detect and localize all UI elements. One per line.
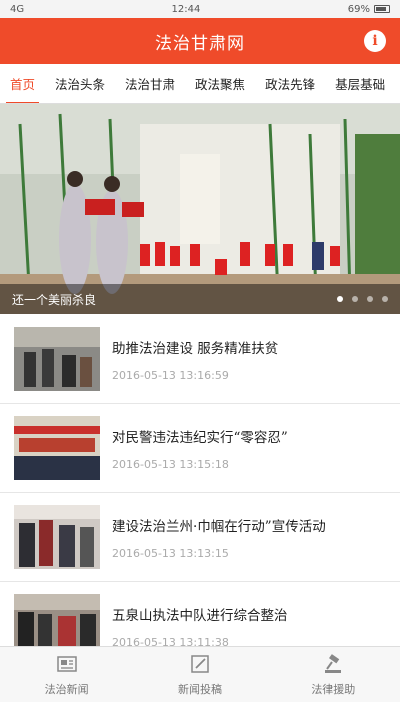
gavel-icon [325, 653, 342, 673]
banner-caption: 还一个美丽杀良 [12, 292, 97, 307]
news-item[interactable]: 五泉山执法中队进行综合整治 2016-05-13 13:11:38 [0, 582, 400, 646]
tab-grassroots[interactable]: 基层基础 [325, 64, 395, 103]
signal-indicator: 4G [10, 3, 25, 15]
news-item[interactable]: 建设法治兰州·巾帼在行动”宣传活动 2016-05-13 13:13:15 [0, 493, 400, 582]
news-thumbnail [14, 594, 100, 646]
news-title: 对民警违法违纪实行“零容忍” [112, 429, 288, 446]
news-list: 助推法治建设 服务精准扶贫 2016-05-13 13:16:59 对民警违法违… [0, 315, 400, 646]
carousel-dot[interactable] [337, 296, 343, 302]
status-bar: 4G 12:44 69% [0, 0, 400, 18]
news-item[interactable]: 助推法治建设 服务精准扶贫 2016-05-13 13:16:59 [0, 315, 400, 404]
app-title: 法治甘肃网 [155, 33, 245, 54]
banner-caption-bar: 还一个美丽杀良 [0, 284, 400, 314]
carousel-dot[interactable] [352, 296, 358, 302]
news-time: 2016-05-13 13:11:38 [112, 635, 229, 647]
news-title: 助推法治建设 服务精准扶贫 [112, 340, 279, 357]
news-thumbnail [14, 416, 100, 480]
news-thumbnail [14, 327, 100, 391]
news-title: 五泉山执法中队进行综合整治 [112, 607, 288, 624]
carousel-dot[interactable] [367, 296, 373, 302]
newspaper-icon [56, 655, 77, 672]
tab-pioneer[interactable]: 政法先锋 [255, 64, 325, 103]
nav-submit[interactable]: 新闻投稿 [133, 647, 266, 702]
banner-image [0, 104, 400, 314]
nav-legal-aid[interactable]: 法律援助 [267, 647, 400, 702]
tab-gansu[interactable]: 法治甘肃 [115, 64, 185, 103]
nav-label: 新闻投稿 [177, 682, 222, 696]
news-time: 2016-05-13 13:16:59 [112, 368, 229, 382]
news-thumbnail [14, 505, 100, 569]
carousel-dot[interactable] [382, 296, 388, 302]
tab-headlines[interactable]: 法治头条 [45, 64, 115, 103]
nav-news[interactable]: 法治新闻 [0, 647, 133, 702]
carousel-indicator [337, 296, 388, 302]
edit-icon [191, 654, 209, 673]
news-time: 2016-05-13 13:15:18 [112, 457, 229, 471]
banner-carousel[interactable]: 还一个美丽杀良 [0, 104, 400, 314]
status-time: 12:44 [171, 3, 201, 15]
news-item[interactable]: 对民警违法违纪实行“零容忍” 2016-05-13 13:15:18 [0, 404, 400, 493]
bottom-nav: 法治新闻 新闻投稿 法律援助 [0, 646, 400, 702]
nav-label: 法律援助 [311, 682, 356, 696]
nav-label: 法治新闻 [44, 682, 89, 696]
battery-icon [374, 5, 390, 13]
battery-percent: 69% [347, 3, 370, 15]
info-icon[interactable]: i [364, 30, 386, 52]
app-header: 法治甘肃网 i [0, 18, 400, 64]
news-time: 2016-05-13 13:13:15 [112, 546, 229, 560]
news-title: 建设法治兰州·巾帼在行动”宣传活动 [112, 518, 326, 535]
tab-focus[interactable]: 政法聚焦 [185, 64, 255, 103]
tab-home[interactable]: 首页 [0, 64, 45, 103]
category-tab-bar: 首页 法治头条 法治甘肃 政法聚焦 政法先锋 基层基础 [0, 64, 400, 104]
